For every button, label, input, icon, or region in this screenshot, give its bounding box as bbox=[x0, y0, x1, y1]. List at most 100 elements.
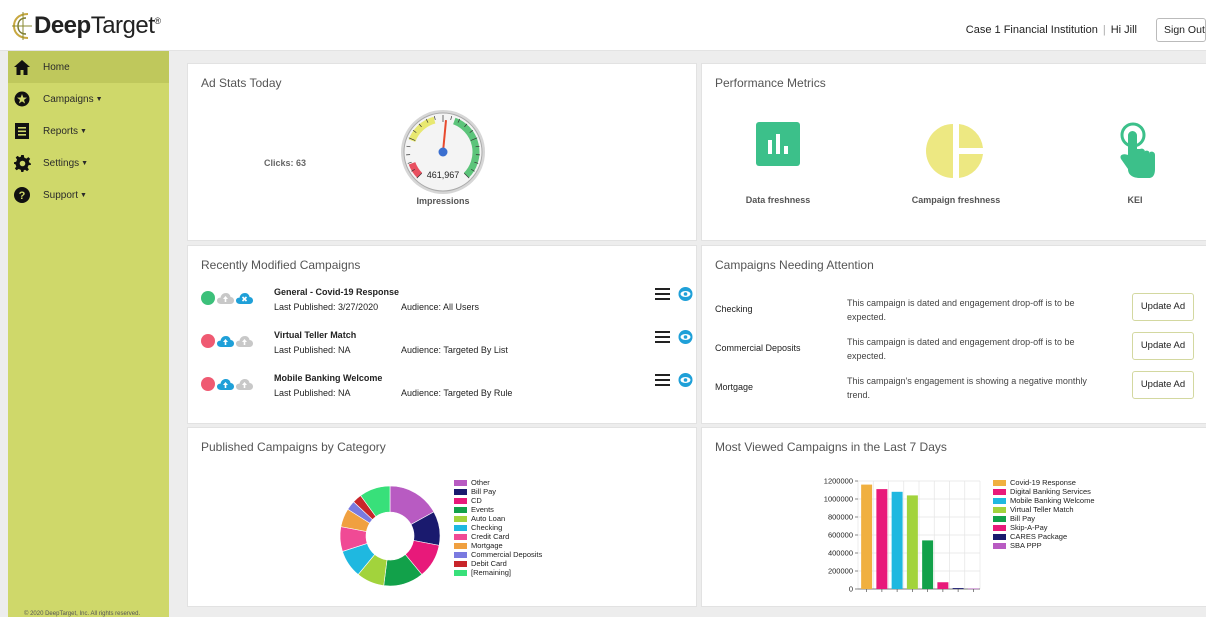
sidebar-item-reports[interactable]: Reports ▼ bbox=[8, 115, 169, 147]
bar[interactable] bbox=[952, 588, 964, 589]
views-chart-card: Most Viewed Campaigns in the Last 7 Days… bbox=[701, 427, 1206, 607]
legend-swatch bbox=[993, 542, 1006, 549]
campaign-row: Mobile Banking Welcome Last Published: N… bbox=[201, 373, 696, 407]
impressions-value: 461,967 bbox=[426, 170, 460, 180]
card-title: Most Viewed Campaigns in the Last 7 Days bbox=[715, 440, 947, 454]
campaign-audience: Audience: All Users bbox=[401, 302, 480, 312]
cloud-upload-icon[interactable] bbox=[217, 378, 234, 391]
bar[interactable] bbox=[861, 484, 873, 589]
eye-icon[interactable] bbox=[677, 373, 694, 387]
campaign-audience: Audience: Targeted By Rule bbox=[401, 388, 513, 398]
cloud-upload-icon[interactable] bbox=[217, 335, 234, 348]
sign-out-button[interactable]: Sign Out bbox=[1156, 18, 1206, 42]
attention-message: This campaign is dated and engagement dr… bbox=[847, 337, 1075, 361]
category-legend: Other Bill Pay CD Events Auto Loan Checking Cr… bbox=[454, 478, 542, 577]
attention-row: Commercial Deposits This campaign is dat… bbox=[715, 332, 1205, 366]
legend-swatch bbox=[454, 551, 467, 558]
legend-label: Checking bbox=[471, 523, 503, 532]
clicks-count: Clicks: 63 bbox=[264, 158, 307, 168]
campaign-name[interactable]: Virtual Teller Match bbox=[274, 330, 356, 340]
performance-metrics-card: Performance Metrics Data freshness Campa… bbox=[701, 63, 1206, 241]
y-tick-label: 600000 bbox=[828, 531, 853, 540]
legend-swatch bbox=[454, 560, 467, 567]
legend-swatch bbox=[454, 488, 467, 495]
chevron-down-icon: ▼ bbox=[81, 159, 89, 167]
y-tick-label: 800000 bbox=[828, 513, 853, 522]
pie-chart-icon bbox=[926, 124, 983, 178]
y-tick-label: 1000000 bbox=[824, 495, 853, 504]
update-ad-button[interactable]: Update Ad bbox=[1132, 332, 1194, 360]
legend-item: Bill Pay bbox=[454, 487, 542, 496]
metric-label: Campaign freshness bbox=[911, 195, 1001, 205]
legend-label: Mortgage bbox=[471, 541, 503, 550]
user-greeting: Hi Jill bbox=[1110, 24, 1137, 36]
sidebar-item-settings[interactable]: Settings ▼ bbox=[8, 147, 169, 179]
legend-label: Events bbox=[471, 505, 494, 514]
cloud-icon[interactable] bbox=[217, 292, 234, 305]
data-freshness-metric[interactable] bbox=[718, 122, 838, 171]
menu-icon[interactable] bbox=[655, 288, 670, 300]
legend-swatch bbox=[993, 533, 1006, 540]
sidebar-item-label: Settings bbox=[43, 157, 80, 169]
legend-label: CARES Package bbox=[1010, 532, 1068, 541]
copyright-text: © 2020 DeepTarget, Inc. All rights reser… bbox=[24, 611, 141, 617]
legend-swatch bbox=[454, 515, 467, 522]
attention-message: This campaign is dated and engagement dr… bbox=[847, 298, 1075, 322]
campaign-row: Virtual Teller Match Last Published: NA … bbox=[201, 330, 696, 364]
category-chart-card: Published Campaigns by Category Other Bil… bbox=[187, 427, 697, 607]
cloud-icon[interactable] bbox=[236, 378, 253, 391]
legend-swatch bbox=[454, 506, 467, 513]
legend-item: Credit Card bbox=[454, 532, 542, 541]
y-tick-label: 0 bbox=[849, 585, 853, 594]
bar[interactable] bbox=[891, 491, 903, 589]
sidebar-item-campaigns[interactable]: Campaigns ▼ bbox=[8, 83, 169, 115]
legend-item: Skip-A-Pay bbox=[993, 523, 1095, 532]
header-separator: | bbox=[1102, 24, 1106, 36]
bar[interactable] bbox=[906, 495, 918, 589]
legend-item: Bill Pay bbox=[993, 514, 1095, 523]
status-dot bbox=[201, 291, 215, 305]
pointer-hand-icon bbox=[1120, 122, 1155, 178]
legend-item: Covid-19 Response bbox=[993, 478, 1095, 487]
card-title: Campaigns Needing Attention bbox=[715, 258, 874, 272]
kei-metric[interactable] bbox=[1075, 122, 1195, 186]
cloud-icon[interactable] bbox=[236, 335, 253, 348]
legend-label: Credit Card bbox=[471, 532, 510, 541]
impressions-label: Impressions bbox=[416, 196, 470, 206]
cloud-remove-icon[interactable] bbox=[236, 292, 253, 305]
campaign-freshness-metric[interactable] bbox=[896, 122, 1016, 186]
menu-icon[interactable] bbox=[655, 331, 670, 343]
deeptarget-logo[interactable]: DeepTarget® bbox=[12, 9, 161, 43]
legend-swatch bbox=[454, 524, 467, 531]
campaign-name[interactable]: General - Covid-19 Response bbox=[274, 287, 399, 297]
bar[interactable] bbox=[876, 489, 888, 589]
bar[interactable] bbox=[937, 582, 949, 589]
legend-label: Covid-19 Response bbox=[1010, 478, 1076, 487]
sidebar-item-home[interactable]: Home bbox=[8, 51, 169, 83]
sidebar-item-label: Reports bbox=[43, 125, 79, 137]
eye-icon[interactable] bbox=[677, 330, 694, 344]
chevron-down-icon: ▼ bbox=[80, 191, 87, 199]
card-title: Published Campaigns by Category bbox=[201, 440, 386, 454]
eye-icon[interactable] bbox=[677, 287, 694, 301]
metric-label: Data freshness bbox=[745, 195, 811, 205]
campaign-name[interactable]: Mobile Banking Welcome bbox=[274, 373, 382, 383]
campaign-row: General - Covid-19 Response Last Publish… bbox=[201, 287, 696, 321]
views-legend: Covid-19 Response Digital Banking Service… bbox=[993, 478, 1095, 550]
bar[interactable] bbox=[922, 540, 934, 589]
campaign-published: Last Published: NA bbox=[274, 388, 351, 398]
legend-item: Other bbox=[454, 478, 542, 487]
legend-item: Debit Card bbox=[454, 559, 542, 568]
update-ad-button[interactable]: Update Ad bbox=[1132, 371, 1194, 399]
update-ad-button[interactable]: Update Ad bbox=[1132, 293, 1194, 321]
menu-icon[interactable] bbox=[655, 374, 670, 386]
legend-item: CARES Package bbox=[993, 532, 1095, 541]
card-title: Recently Modified Campaigns bbox=[201, 258, 361, 272]
legend-swatch bbox=[993, 488, 1006, 495]
sidebar-item-label: Campaigns bbox=[43, 93, 94, 105]
legend-swatch bbox=[454, 569, 467, 576]
legend-swatch bbox=[993, 479, 1006, 486]
sidebar-item-support[interactable]: ? Support ▼ bbox=[8, 179, 169, 211]
legend-item: Mortgage bbox=[454, 541, 542, 550]
legend-label: Bill Pay bbox=[471, 487, 497, 496]
